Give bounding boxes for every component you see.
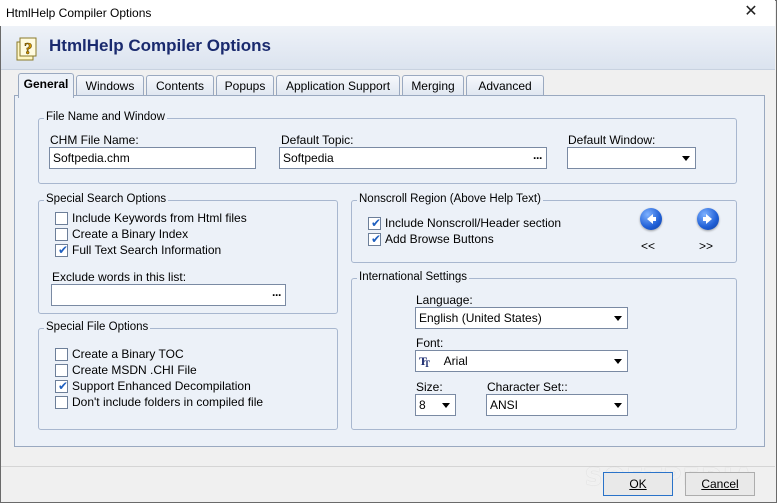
group-legend: International Settings (357, 271, 470, 283)
checkbox-label: Include Keywords from Html files (72, 211, 247, 225)
svg-text:?: ? (24, 39, 33, 58)
arrow-right-icon (703, 214, 712, 224)
chevron-down-icon (682, 156, 690, 161)
group-legend: Special File Options (44, 321, 151, 333)
language-select[interactable]: English (United States) (415, 307, 628, 329)
browse-next-button[interactable] (697, 208, 719, 230)
exclude-words-label: Exclude words in this list: (52, 270, 187, 284)
checkbox-label: Full Text Search Information (72, 243, 222, 257)
default-window-select[interactable] (567, 147, 696, 169)
tab-general[interactable]: General (18, 73, 74, 98)
close-button[interactable]: ✕ (728, 0, 774, 26)
font-label: Font: (416, 336, 444, 350)
title-bar: HtmlHelp Compiler Options ✕ (0, 0, 775, 26)
checkbox-label: Add Browse Buttons (385, 232, 494, 246)
chm-file-name-input[interactable]: Softpedia.chm (49, 147, 256, 169)
check-icon: ✔ (58, 243, 69, 257)
window-title: HtmlHelp Compiler Options (6, 6, 152, 20)
character-set-select[interactable]: ANSI (486, 394, 628, 416)
check-icon: ✔ (58, 379, 69, 393)
check-icon: ✔ (371, 232, 382, 246)
browse-previous-label: << (641, 239, 656, 253)
font-select[interactable]: TT Arial (415, 350, 628, 372)
exclude-words-input[interactable]: ··· (51, 284, 286, 306)
checkbox-label: Create a Binary Index (72, 227, 189, 241)
chevron-down-icon (614, 316, 622, 321)
character-set-label: Character Set:: (487, 380, 568, 394)
default-topic-value: Softpedia (283, 151, 334, 165)
help-question-icon: ? (15, 34, 41, 62)
default-topic-input[interactable]: Softpedia ··· (279, 147, 547, 169)
arrow-left-icon (647, 214, 656, 224)
tab-advanced[interactable]: Advanced (466, 75, 544, 96)
checkbox-include-nonscroll[interactable]: ✔ (368, 216, 382, 230)
chevron-down-icon (614, 359, 622, 364)
checkbox-msdn-chi[interactable] (55, 364, 68, 377)
chm-file-name-label: CHM File Name: (50, 133, 139, 147)
checkbox-label: Include Nonscroll/Header section (385, 216, 562, 230)
size-label: Size: (416, 380, 443, 394)
header-title: HtmlHelp Compiler Options (49, 36, 271, 55)
browse-exclude-button[interactable]: ··· (272, 287, 282, 303)
dialog-header: ? HtmlHelp Compiler Options (1, 26, 775, 70)
chevron-down-icon (614, 403, 622, 408)
ok-button-label: OK (629, 477, 647, 491)
default-window-label: Default Window: (568, 133, 656, 147)
ok-button[interactable]: OK (603, 472, 673, 496)
character-set-value: ANSI (490, 398, 519, 412)
checkbox-label: Create MSDN .CHI File (72, 363, 197, 377)
default-topic-label: Default Topic: (281, 133, 354, 147)
tab-merging[interactable]: Merging (402, 75, 464, 96)
browse-next-label: >> (699, 239, 714, 253)
checkbox-include-keywords[interactable] (55, 212, 68, 225)
browse-previous-button[interactable] (640, 208, 662, 230)
tab-popups[interactable]: Popups (216, 75, 274, 96)
size-value: 8 (419, 398, 426, 412)
font-value: Arial (443, 354, 468, 368)
checkbox-full-text-search[interactable]: ✔ (55, 243, 69, 257)
language-label: Language: (416, 293, 473, 307)
size-select[interactable]: 8 (415, 394, 456, 416)
language-value: English (United States) (419, 311, 542, 325)
group-legend: File Name and Window (44, 111, 167, 123)
tab-application-support[interactable]: Application Support (276, 75, 400, 96)
group-legend: Special Search Options (44, 193, 169, 205)
checkbox-label: Create a Binary TOC (72, 347, 184, 361)
cancel-button-label: Cancel (701, 477, 739, 491)
group-legend: Nonscroll Region (Above Help Text) (357, 193, 543, 205)
checkbox-exclude-folders[interactable] (55, 396, 68, 409)
checkbox-label: Don't include folders in compiled file (72, 395, 264, 409)
checkbox-label: Support Enhanced Decompilation (72, 379, 251, 393)
checkbox-enhanced-decompilation[interactable]: ✔ (55, 379, 69, 393)
tab-contents[interactable]: Contents (146, 75, 214, 96)
browse-topic-button[interactable]: ··· (533, 150, 543, 166)
truetype-font-icon: TT (419, 354, 431, 369)
tab-windows[interactable]: Windows (76, 75, 144, 96)
cancel-button[interactable]: Cancel (685, 472, 755, 496)
checkbox-binary-index[interactable] (55, 228, 68, 241)
checkbox-browse-buttons[interactable]: ✔ (368, 232, 382, 246)
checkbox-binary-toc[interactable] (55, 348, 68, 361)
chevron-down-icon (442, 403, 450, 408)
check-icon: ✔ (371, 216, 382, 230)
